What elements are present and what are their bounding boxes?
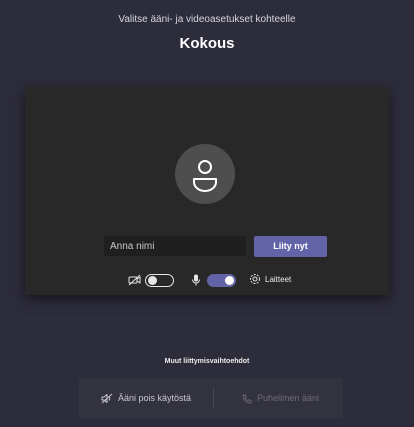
microphone-icon [192, 274, 200, 286]
page-title: Kokous [179, 35, 235, 52]
phone-icon [242, 394, 252, 404]
join-options-bar: Ääni pois käytöstä Puhelimen ääni [79, 378, 343, 418]
join-now-button[interactable]: Liity nyt [254, 236, 327, 257]
speaker-off-icon [101, 393, 113, 404]
section-divider [0, 312, 414, 313]
devices-label[interactable]: Laitteet [265, 275, 291, 284]
gear-icon[interactable] [249, 273, 261, 285]
other-join-options-heading: Muut liittymisvaihtoehdot [164, 358, 250, 365]
toggle-knob [225, 276, 234, 285]
user-icon [193, 160, 217, 192]
camera-off-icon [128, 274, 141, 286]
option-separator [213, 388, 214, 408]
audio-off-option[interactable]: Ääni pois käytöstä [101, 378, 191, 418]
phone-audio-option[interactable]: Puhelimen ääni [242, 378, 319, 418]
phone-audio-label: Puhelimen ääni [257, 393, 320, 403]
toggle-knob [148, 276, 157, 285]
video-preview-panel: Liity nyt Laitteet [25, 87, 389, 295]
name-input[interactable] [104, 236, 246, 256]
microphone-toggle[interactable] [207, 274, 236, 287]
media-controls: Laitteet [25, 270, 389, 290]
camera-toggle[interactable] [145, 274, 174, 287]
audio-off-label: Ääni pois käytöstä [118, 393, 192, 403]
page-subtitle: Valitse ääni- ja videoasetukset kohteell… [118, 14, 296, 25]
avatar [175, 144, 235, 204]
